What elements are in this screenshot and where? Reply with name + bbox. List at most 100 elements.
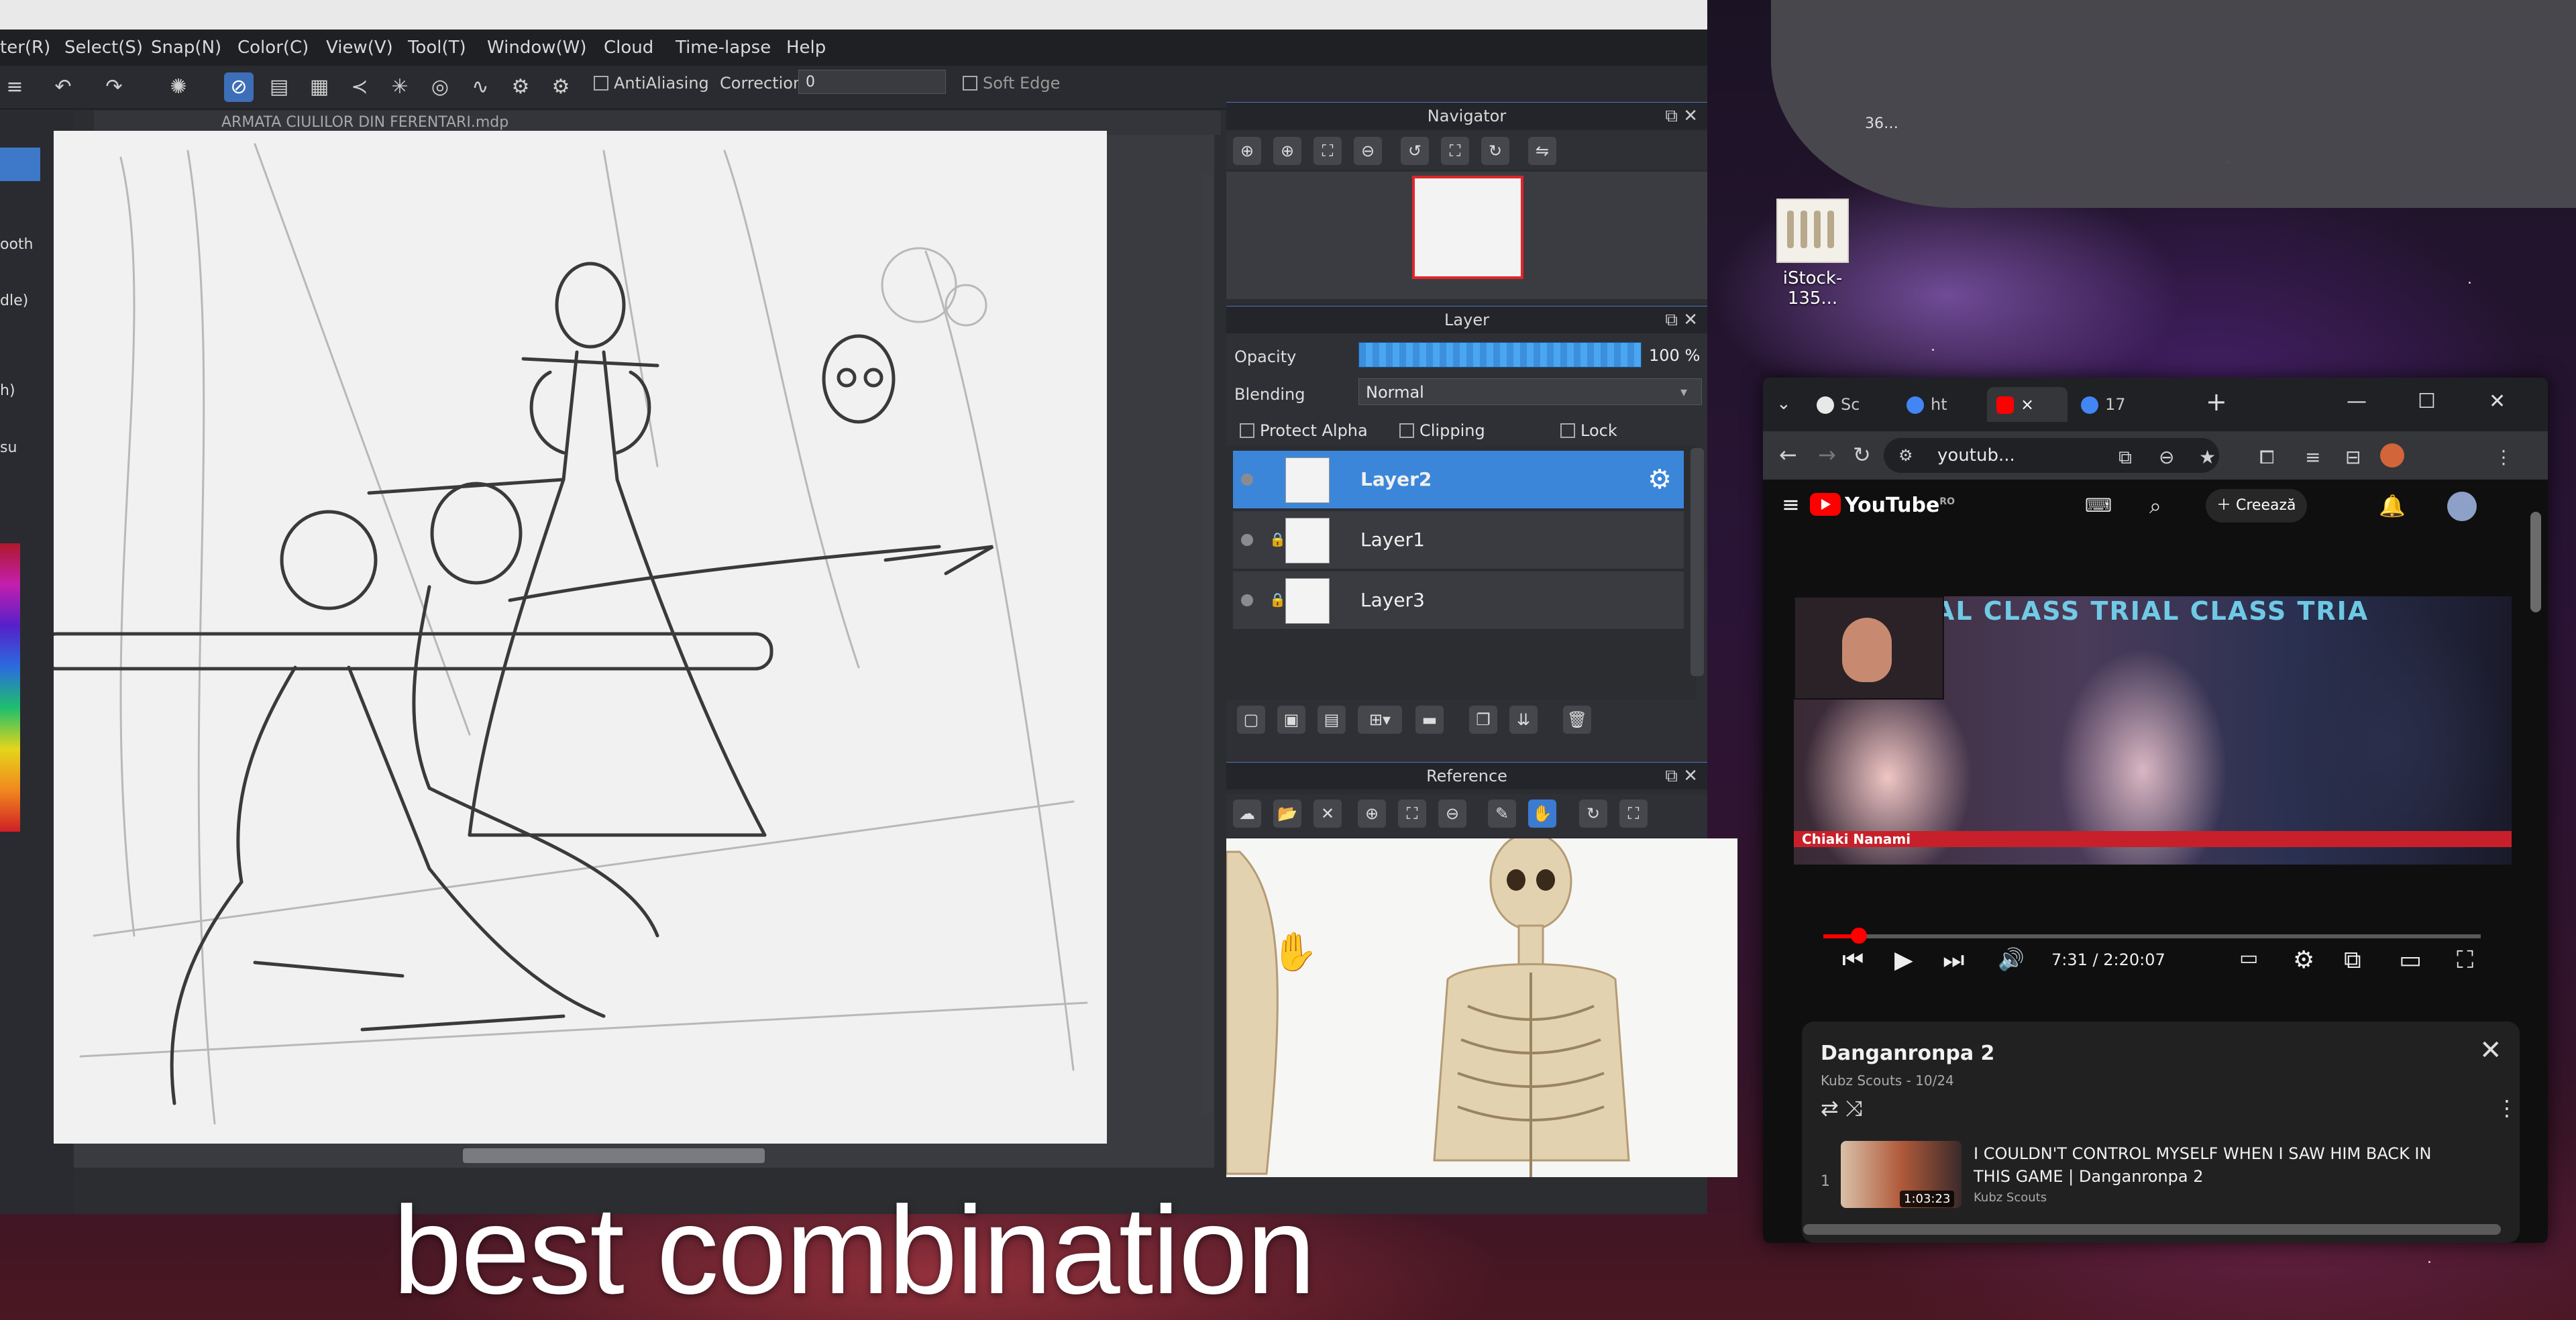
snap-settings-icon[interactable]: ⚙ bbox=[546, 72, 576, 102]
browser-tab-2[interactable]: ht bbox=[1897, 387, 1984, 422]
grid-snap-icon[interactable]: ▦ bbox=[305, 72, 334, 102]
create-button[interactable]: ＋ Creează bbox=[2206, 489, 2307, 522]
add-layer-menu-icon[interactable]: ⊞▾ bbox=[1358, 706, 1402, 734]
browser-vertical-scrollbar[interactable] bbox=[2530, 512, 2541, 612]
zoom-out-icon[interactable]: ⊖ bbox=[1354, 137, 1382, 165]
layer-row-layer1[interactable]: 🔒 Layer1 bbox=[1233, 511, 1684, 569]
maximize-button[interactable]: ☐ bbox=[2418, 390, 2436, 413]
brush-name-label[interactable]: ooth bbox=[0, 236, 34, 253]
notifications-bell-icon[interactable]: 🔔 bbox=[2379, 493, 2406, 518]
lock-checkbox[interactable]: Lock bbox=[1560, 421, 1617, 440]
new-tab-button[interactable]: + bbox=[2206, 387, 2227, 417]
miniplayer-icon[interactable]: ⧉ bbox=[2344, 946, 2361, 975]
browser-tab-1[interactable]: Sc bbox=[1807, 387, 1894, 422]
menu-color[interactable]: Color(C) bbox=[237, 38, 309, 58]
video-player[interactable]: S TRIAL CLASS TRIAL CLASS TRIA Chiaki Na… bbox=[1794, 596, 2512, 865]
profile-avatar[interactable] bbox=[2380, 443, 2404, 468]
layer-settings-gear-icon[interactable]: ⚙ bbox=[1648, 464, 1672, 495]
fullscreen-icon[interactable]: ⛶ bbox=[2457, 946, 2473, 975]
desktop-file-icon[interactable]: iStock-135... bbox=[1766, 199, 1860, 309]
open-folder-icon[interactable]: 📂 bbox=[1273, 800, 1301, 828]
more-menu-icon[interactable]: ⋮ bbox=[2494, 446, 2513, 468]
layer-row-layer2[interactable]: Layer2 ⚙ bbox=[1233, 451, 1684, 509]
fit-icon[interactable]: ⛶ bbox=[1398, 800, 1426, 828]
media-controls-icon[interactable]: ≡ bbox=[2305, 446, 2320, 468]
rotate-icon[interactable]: ↻ bbox=[1579, 800, 1607, 828]
playlist-close-icon[interactable]: ✕ bbox=[2479, 1035, 2502, 1066]
circle-snap-icon[interactable]: ◎ bbox=[425, 72, 455, 102]
menu-view[interactable]: View(V) bbox=[326, 38, 393, 58]
undo-icon[interactable]: ↶ bbox=[48, 72, 78, 102]
zoom-icon[interactable]: ⊖ bbox=[2159, 446, 2174, 468]
subtitles-icon[interactable]: ▭ bbox=[2239, 946, 2258, 970]
visibility-toggle-icon[interactable] bbox=[1241, 534, 1253, 546]
visibility-toggle-icon[interactable] bbox=[1241, 594, 1253, 606]
reference-close-icon[interactable]: ⧉ ✕ bbox=[1665, 763, 1698, 789]
vanishing-snap-icon[interactable]: ≺ bbox=[345, 72, 374, 102]
close-window-button[interactable]: ✕ bbox=[2489, 390, 2506, 413]
clipping-checkbox[interactable]: Clipping bbox=[1399, 421, 1485, 440]
zoom-fit-icon[interactable]: ⊕ bbox=[1233, 137, 1261, 165]
soft-edge-checkbox[interactable]: Soft Edge bbox=[963, 74, 1060, 93]
redo-icon[interactable]: ↷ bbox=[99, 72, 129, 102]
bookmark-star-icon[interactable]: ★ bbox=[2199, 446, 2216, 468]
account-avatar[interactable] bbox=[2447, 492, 2477, 521]
browser-tab-youtube[interactable]: × bbox=[1987, 387, 2068, 422]
merge-down-icon[interactable]: ⇊ bbox=[1509, 706, 1538, 734]
site-info-icon[interactable]: ⚙ bbox=[1898, 438, 1913, 473]
new-8bit-layer-icon[interactable]: ▤ bbox=[1318, 706, 1346, 734]
browser-tab-4[interactable]: 17 bbox=[2072, 387, 2159, 422]
navigator-thumbnail[interactable] bbox=[1412, 176, 1523, 279]
video-progress-knob[interactable] bbox=[1850, 928, 1867, 944]
layer-panel-close-icon[interactable]: ⧉ ✕ bbox=[1665, 307, 1698, 333]
menu-cloud[interactable]: Cloud bbox=[604, 38, 653, 58]
menu-icon[interactable]: ≡ bbox=[0, 72, 30, 102]
antialiasing-checkbox[interactable]: AntiAliasing bbox=[594, 74, 709, 93]
cloud-open-icon[interactable]: ☁ bbox=[1233, 800, 1261, 828]
duplicate-layer-icon[interactable]: ❐ bbox=[1469, 706, 1497, 734]
blending-select[interactable]: Normal bbox=[1358, 378, 1702, 405]
playlist-more-icon[interactable]: ⋮ bbox=[2496, 1095, 2518, 1121]
settings-gear-icon[interactable]: ⚙ bbox=[2293, 946, 2314, 974]
curve-snap-icon[interactable]: ∿ bbox=[466, 72, 495, 102]
eyedropper-icon[interactable]: ✎ bbox=[1488, 800, 1516, 828]
layer-list-scrollbar[interactable] bbox=[1690, 448, 1704, 676]
fullscreen-icon[interactable]: ⛶ bbox=[1619, 800, 1648, 828]
previous-icon[interactable]: ⏮ bbox=[1842, 946, 1864, 975]
new-layer-icon[interactable]: ▢ bbox=[1237, 706, 1265, 734]
extensions-icon[interactable]: ⧠ bbox=[2259, 446, 2274, 469]
zoom-in-icon[interactable]: ⊕ bbox=[1273, 137, 1301, 165]
reload-icon[interactable]: ↻ bbox=[1853, 442, 1871, 468]
brush-name-label[interactable]: h) bbox=[0, 382, 15, 399]
browser-horizontal-scrollbar[interactable] bbox=[1803, 1224, 2501, 1235]
menu-filter[interactable]: ter(R) bbox=[0, 38, 50, 58]
correction-select[interactable]: 0 bbox=[798, 70, 946, 94]
forward-icon[interactable]: → bbox=[1818, 442, 1836, 468]
keyboard-icon[interactable]: ⌨ bbox=[2085, 494, 2112, 516]
drawing-canvas[interactable] bbox=[38, 131, 1107, 1144]
canvas-horizontal-scrollbar[interactable] bbox=[463, 1148, 765, 1163]
flip-horizontal-icon[interactable]: ⇋ bbox=[1528, 137, 1556, 165]
visibility-toggle-icon[interactable] bbox=[1241, 474, 1253, 486]
zoom-in-icon[interactable]: ⊕ bbox=[1358, 800, 1386, 828]
hamburger-menu-icon[interactable]: ≡ bbox=[1782, 492, 1800, 517]
rotate-left-icon[interactable]: ↺ bbox=[1401, 137, 1429, 165]
menu-snap[interactable]: Snap(N) bbox=[151, 38, 221, 58]
opacity-slider[interactable] bbox=[1358, 342, 1642, 368]
new-halftone-layer-icon[interactable]: ▣ bbox=[1277, 706, 1305, 734]
reference-image[interactable] bbox=[1226, 838, 1737, 1177]
menu-help[interactable]: Help bbox=[786, 38, 826, 58]
menu-timelapse[interactable]: Time-lapse bbox=[676, 38, 771, 58]
brightness-icon[interactable]: ✺ bbox=[164, 72, 193, 102]
brush-name-label[interactable]: su bbox=[0, 439, 17, 456]
volume-icon[interactable]: 🔊 bbox=[1998, 946, 2025, 972]
radial-snap-icon[interactable]: ✳ bbox=[385, 72, 415, 102]
protect-alpha-checkbox[interactable]: Protect Alpha bbox=[1240, 421, 1368, 440]
theater-mode-icon[interactable]: ▭ bbox=[2399, 946, 2422, 974]
zoom-out-icon[interactable]: ⊖ bbox=[1438, 800, 1466, 828]
gear-snap-icon[interactable]: ⚙ bbox=[506, 72, 535, 102]
fit-window-icon[interactable]: ⛶ bbox=[1441, 137, 1469, 165]
rotate-right-icon[interactable]: ↻ bbox=[1481, 137, 1509, 165]
hand-tool-icon[interactable]: ✋ bbox=[1528, 800, 1556, 828]
tab-groups-icon[interactable]: ⊟ bbox=[2345, 446, 2361, 468]
